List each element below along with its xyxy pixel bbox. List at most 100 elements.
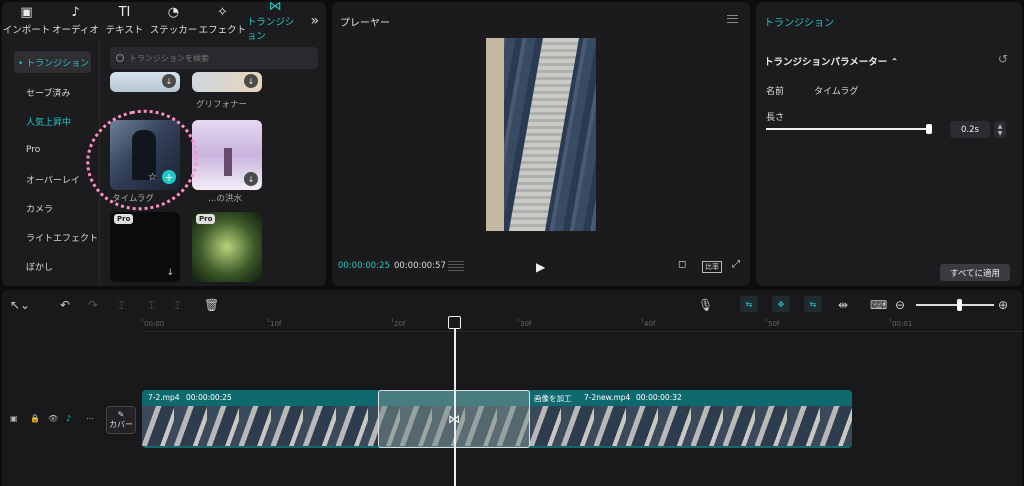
ruler-tick: 40f xyxy=(644,320,656,328)
clip2-name: 7-2new.mp4 xyxy=(584,393,631,402)
cover-label: カバー xyxy=(109,420,133,429)
sidebar-item-light-effect[interactable]: ライトエフェクト xyxy=(14,226,98,248)
search-icon xyxy=(116,54,124,62)
zoom-out-icon[interactable]: ⊖ xyxy=(895,298,905,312)
top-tabs: ▣ インポート ♪ オーディオ TI テキスト ◔ ステッカー ✧ エフェクト ⋈ トランジ… xyxy=(2,2,326,42)
sidebar-item-overlay[interactable]: オーバーレイ xyxy=(14,168,80,190)
tab-label: トランジション xyxy=(246,17,295,42)
sticker-icon: ◔ xyxy=(167,5,180,20)
effect-icon: ✧ xyxy=(216,5,228,20)
zoom-slider[interactable] xyxy=(916,304,994,306)
playhead-handle[interactable] xyxy=(448,316,461,329)
select-tool-icon[interactable]: ↖⌄ xyxy=(10,298,30,312)
video-preview[interactable] xyxy=(486,38,596,231)
transition-thumb[interactable]: Pro ↓ xyxy=(110,212,180,282)
transition-thumb[interactable]: ↓ xyxy=(110,72,180,92)
expand-icon[interactable]: ⤢ xyxy=(732,259,740,270)
transition-icon: ⋈ xyxy=(268,2,282,14)
zoom-in-icon[interactable]: ⊕ xyxy=(998,298,1008,312)
search-input[interactable]: トランジションを検索 xyxy=(129,53,209,64)
audio-toggle-icon[interactable]: ♪ xyxy=(66,414,71,423)
preview-icon[interactable]: ⌨ xyxy=(870,298,887,312)
length-slider[interactable] xyxy=(766,128,932,130)
split-icon[interactable]: ⌶ xyxy=(118,298,125,313)
fullscreen-focus-icon[interactable]: ◻ xyxy=(678,259,686,270)
edit-icon: ✎ xyxy=(117,410,125,419)
import-icon: ▣ xyxy=(20,5,33,20)
undo-icon[interactable]: ↶ xyxy=(60,298,70,312)
transition-thumb[interactable]: ↓ xyxy=(192,120,262,190)
transition-thumb[interactable]: ↓ xyxy=(192,72,262,92)
parameters-header[interactable]: トランジションパラメーター ⌃ xyxy=(764,54,898,68)
current-timecode: 00:00:00:25 xyxy=(338,261,390,271)
more-options-icon[interactable]: ⋯ xyxy=(86,414,94,423)
timeline-panel: ↖⌄ ↶ ↷ ⌶ ⌶ ⌶ 🗑 🎙 ⇆ ✥ ⇆ ⇹ ⌨ ⊖ ⊕ 00:00 10f… xyxy=(2,290,1022,486)
transition-label: …の洪水 xyxy=(208,194,243,204)
properties-panel: トランジション トランジションパラメーター ⌃ ↺ 名前 タイムラグ 長さ 0.… xyxy=(756,2,1022,286)
tab-label: ステッカー xyxy=(149,25,198,36)
clip2-edit-label[interactable]: 画像を加工 xyxy=(534,393,572,404)
tab-effect[interactable]: ✧ エフェクト xyxy=(198,2,247,40)
thumb-figure xyxy=(224,148,232,176)
clip2-duration: 00:00:00:32 xyxy=(636,393,682,402)
waveform-icon[interactable] xyxy=(448,260,464,271)
chevron-up-icon[interactable]: ▲ xyxy=(998,123,1003,130)
tab-label: オーディオ xyxy=(52,25,99,36)
delete-icon[interactable]: 🗑 xyxy=(204,298,219,312)
download-icon[interactable]: ↓ xyxy=(244,74,258,88)
sidebar-item-transition[interactable]: • トランジション xyxy=(14,51,91,73)
snap-icon[interactable]: ✥ xyxy=(772,296,790,312)
chevron-down-icon[interactable]: ▼ xyxy=(998,130,1003,137)
properties-title: トランジション xyxy=(764,18,834,29)
tab-text[interactable]: TI テキスト xyxy=(100,2,149,40)
video-edge xyxy=(486,38,504,231)
transition-thumb[interactable]: Pro xyxy=(192,212,262,282)
ruler-tick: 20f xyxy=(394,320,406,328)
sidebar-item-blur[interactable]: ぼかし xyxy=(14,255,53,277)
tab-audio[interactable]: ♪ オーディオ xyxy=(51,2,100,40)
redo-icon[interactable]: ↷ xyxy=(88,298,98,312)
transition-search[interactable]: トランジションを検索 xyxy=(110,47,318,69)
menu-icon[interactable] xyxy=(727,15,738,23)
length-stepper[interactable]: ▲ ▼ xyxy=(994,121,1006,138)
tab-sticker[interactable]: ◔ ステッカー xyxy=(149,2,198,40)
name-value: タイムラグ xyxy=(814,87,859,97)
split-screen-icon[interactable]: ⇹ xyxy=(838,298,848,312)
playhead[interactable] xyxy=(454,318,456,486)
length-value-input[interactable]: 0.2s xyxy=(950,121,990,138)
ratio-button[interactable]: 比率 xyxy=(702,261,722,273)
link-icon[interactable]: ⇆ xyxy=(804,296,822,312)
more-tabs-icon[interactable]: » xyxy=(303,2,326,40)
visibility-icon[interactable]: 👁 xyxy=(48,414,58,423)
tab-transition[interactable]: ⋈ トランジション xyxy=(246,2,304,42)
tab-label: エフェクト xyxy=(198,25,247,36)
microphone-icon[interactable]: 🎙 xyxy=(698,298,713,312)
total-timecode: 00:00:00:57 xyxy=(394,261,446,271)
play-button[interactable]: ▶ xyxy=(536,260,545,274)
lock-icon[interactable]: 🔒 xyxy=(30,414,40,423)
apply-all-button[interactable]: すべてに適用 xyxy=(940,264,1010,281)
trim-right-icon[interactable]: ⌶ xyxy=(174,298,181,313)
sidebar-item-saved[interactable]: セーブ済み xyxy=(14,81,70,103)
pro-badge: Pro xyxy=(196,214,216,224)
trim-left-icon[interactable]: ⌶ xyxy=(148,298,155,313)
cover-button[interactable]: ✎ カバー xyxy=(106,406,136,434)
sidebar-item-camera[interactable]: カメラ xyxy=(14,197,53,219)
time-ruler[interactable]: 00:00 10f 20f 30f 40f 50f 00:01 xyxy=(142,318,1022,332)
player-panel: プレーヤー 00:00:00:25 00:00:00:57 ▶ ◻ 比率 ⤢ xyxy=(332,2,750,286)
sidebar-item-trending[interactable]: 人気上昇中 xyxy=(14,110,71,132)
sidebar-item-pro[interactable]: Pro xyxy=(14,139,40,161)
audio-icon: ♪ xyxy=(71,5,80,20)
zoom-slider-handle[interactable] xyxy=(957,299,962,311)
reset-icon[interactable]: ↺ xyxy=(998,52,1008,66)
download-icon[interactable]: ↓ xyxy=(244,172,258,186)
magnet-link-icon[interactable]: ⇆ xyxy=(740,296,758,312)
tab-label: テキスト xyxy=(105,25,144,36)
tab-import[interactable]: ▣ インポート xyxy=(2,2,51,40)
ruler-tick: 10f xyxy=(270,320,282,328)
player-title: プレーヤー xyxy=(340,18,390,29)
download-icon[interactable]: ↓ xyxy=(162,74,176,88)
length-slider-handle[interactable] xyxy=(926,124,932,134)
download-icon[interactable]: ↓ xyxy=(166,268,174,278)
name-label: 名前 xyxy=(766,87,785,97)
